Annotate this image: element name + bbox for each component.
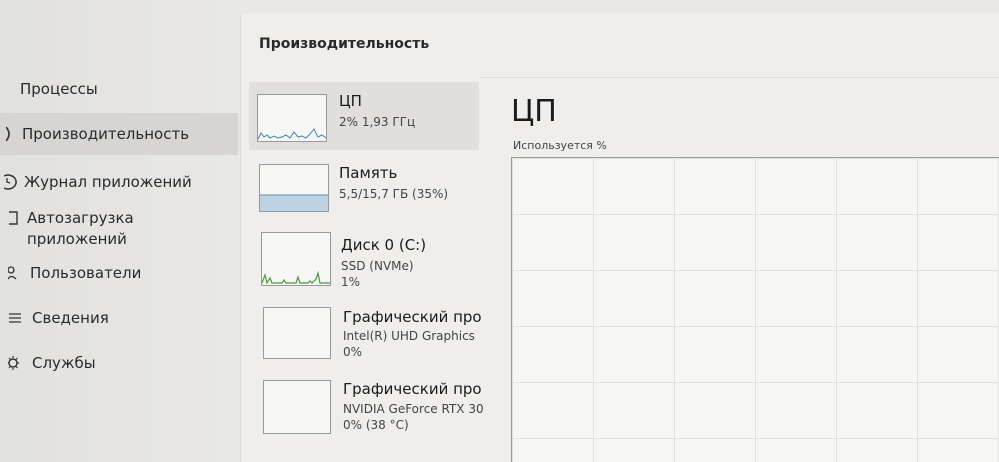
cpu-mini-graph xyxy=(257,94,327,142)
gpu1-mini-graph xyxy=(263,380,331,434)
nav-item-label: Процессы xyxy=(20,79,98,98)
resource-item-memory[interactable]: Память 5,5/15,7 ГБ (35%) xyxy=(249,152,479,220)
nav-item-startup-apps[interactable]: Автозагрузка приложений xyxy=(0,208,238,252)
resource-usage: 1% xyxy=(341,275,361,289)
resource-name: ЦП xyxy=(339,92,362,110)
performance-panel: Производительность ЦП 2% 1,93 ГГц Память… xyxy=(240,14,999,462)
resource-item-gpu-1[interactable]: Графический про NVIDIA GeForce RTX 305 0… xyxy=(249,368,483,448)
startup-apps-icon xyxy=(0,210,27,228)
resource-detail: 5,5/15,7 ГБ (35%) xyxy=(339,187,449,201)
nav-item-label: Сведения xyxy=(32,308,109,327)
resource-name: Память xyxy=(339,164,398,182)
sidebar-nav: Процессы Производительность Журнал прило… xyxy=(0,0,240,462)
nav-item-label: Журнал приложений xyxy=(24,172,192,191)
detail-title: ЦП xyxy=(511,94,557,129)
header-divider xyxy=(479,77,999,78)
nav-item-label: Производительность xyxy=(22,124,190,143)
resource-name: Диск 0 (C:) xyxy=(341,236,427,254)
nav-item-label: Пользователи xyxy=(30,263,142,282)
nav-item-app-history[interactable]: Журнал приложений xyxy=(0,171,238,193)
resource-detail: NVIDIA GeForce RTX 305 xyxy=(343,402,483,416)
resource-usage: 0% xyxy=(343,345,363,359)
resource-item-disk[interactable]: Диск 0 (C:) SSD (NVMe) 1% xyxy=(249,224,479,294)
gpu0-mini-graph xyxy=(263,307,331,359)
nav-item-label: Автозагрузка приложений xyxy=(27,209,134,248)
nav-item-users[interactable]: Пользователи xyxy=(0,262,238,284)
cpu-usage-graph xyxy=(511,157,999,462)
processes-icon xyxy=(0,80,20,98)
resource-item-gpu-0[interactable]: Графический про Intel(R) UHD Graphics 0% xyxy=(249,294,482,366)
resource-name: Графический про xyxy=(343,380,482,398)
nav-item-label: Службы xyxy=(32,353,96,372)
nav-item-details[interactable]: Сведения xyxy=(0,307,238,329)
usage-label: Используется % xyxy=(513,139,607,152)
disk-mini-graph xyxy=(261,232,331,286)
details-icon xyxy=(0,309,32,327)
resource-usage: 0% (38 °C) xyxy=(343,418,409,432)
page-title: Производительность xyxy=(259,36,430,52)
nav-item-services[interactable]: Службы xyxy=(0,352,238,374)
users-icon xyxy=(0,264,30,282)
app-history-icon xyxy=(0,173,24,191)
nav-item-performance[interactable]: Производительность xyxy=(0,113,238,155)
resource-detail: 2% 1,93 ГГц xyxy=(339,115,416,129)
resource-item-cpu[interactable]: ЦП 2% 1,93 ГГц xyxy=(249,82,479,150)
resource-detail: Intel(R) UHD Graphics xyxy=(343,329,475,343)
memory-mini-graph xyxy=(259,164,329,212)
nav-item-processes[interactable]: Процессы xyxy=(0,78,238,100)
services-icon xyxy=(0,354,32,372)
resource-detail: SSD (NVMe) xyxy=(341,259,414,273)
performance-icon xyxy=(0,125,22,143)
resource-name: Графический про xyxy=(343,308,482,326)
